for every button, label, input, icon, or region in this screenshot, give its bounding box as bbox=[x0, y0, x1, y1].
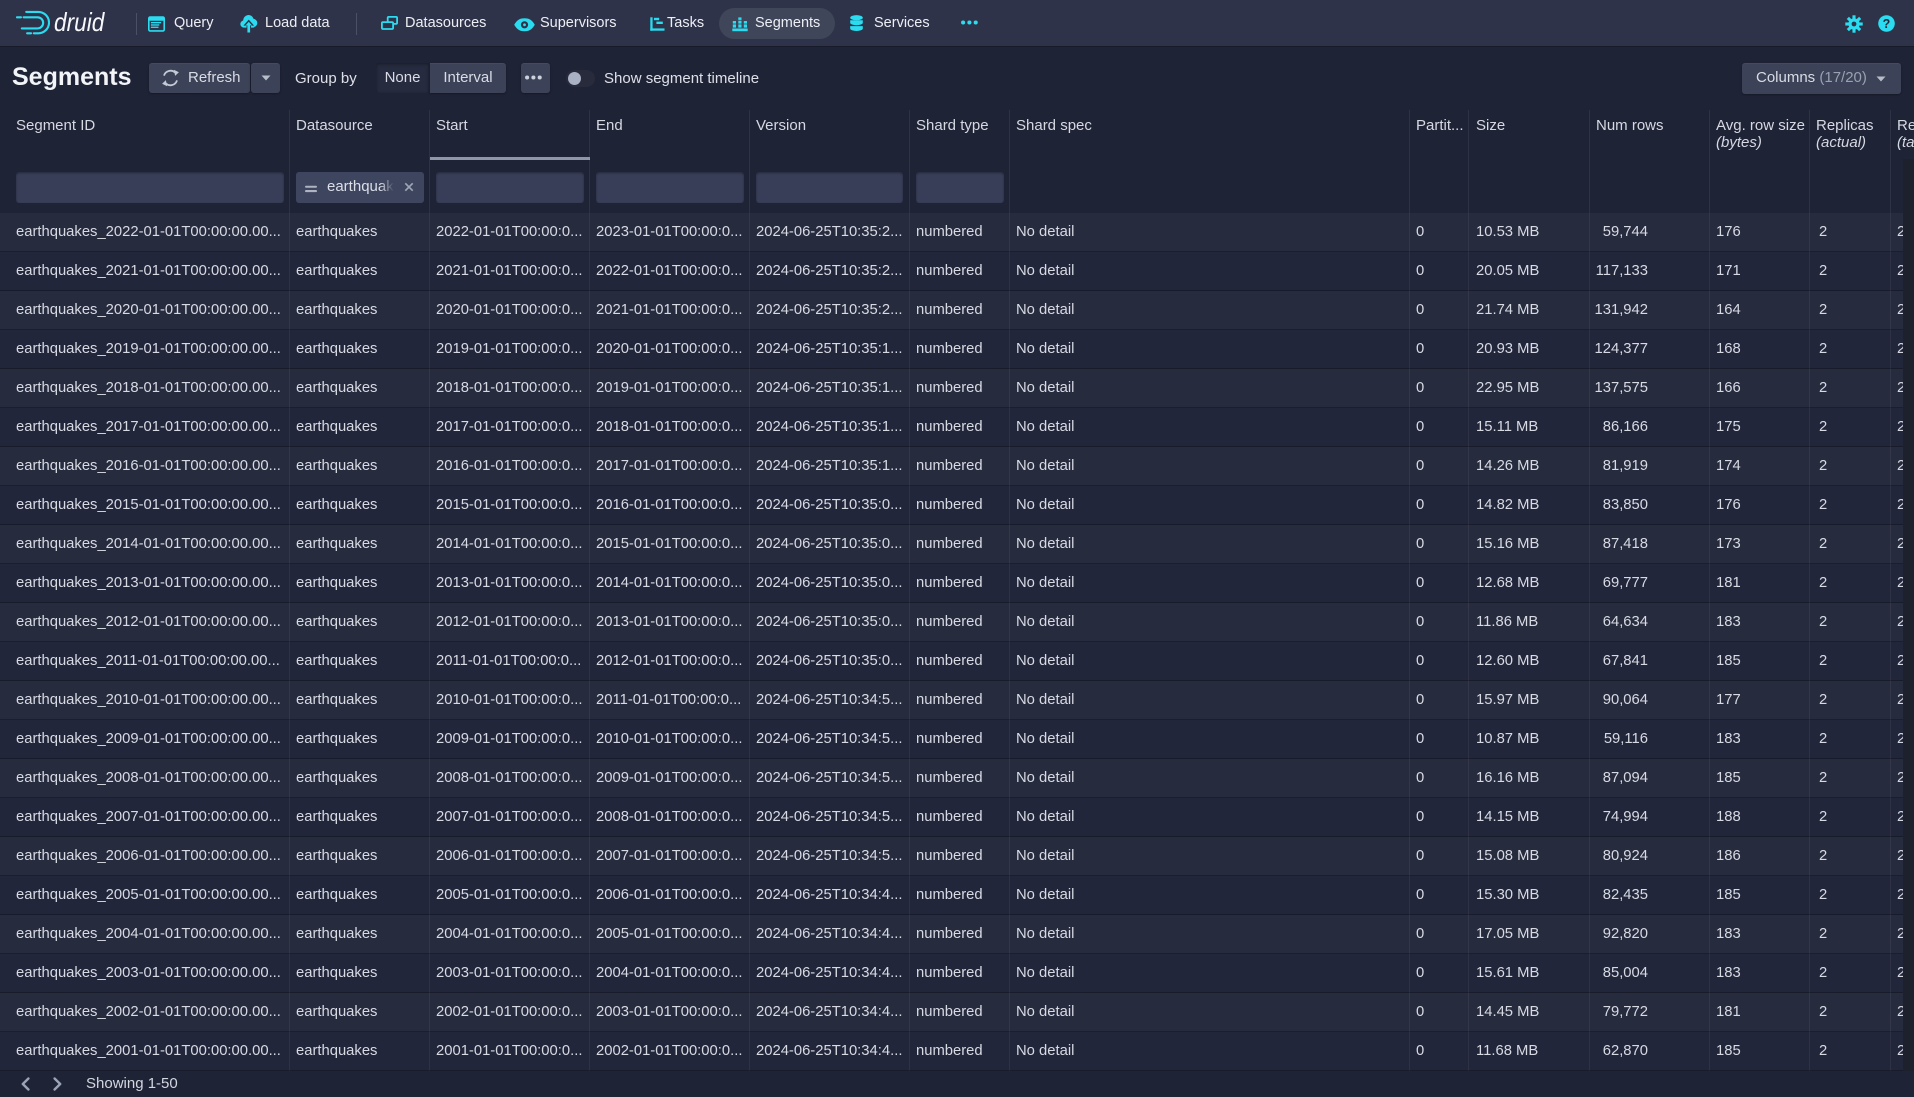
svg-text:?: ? bbox=[1883, 17, 1891, 31]
